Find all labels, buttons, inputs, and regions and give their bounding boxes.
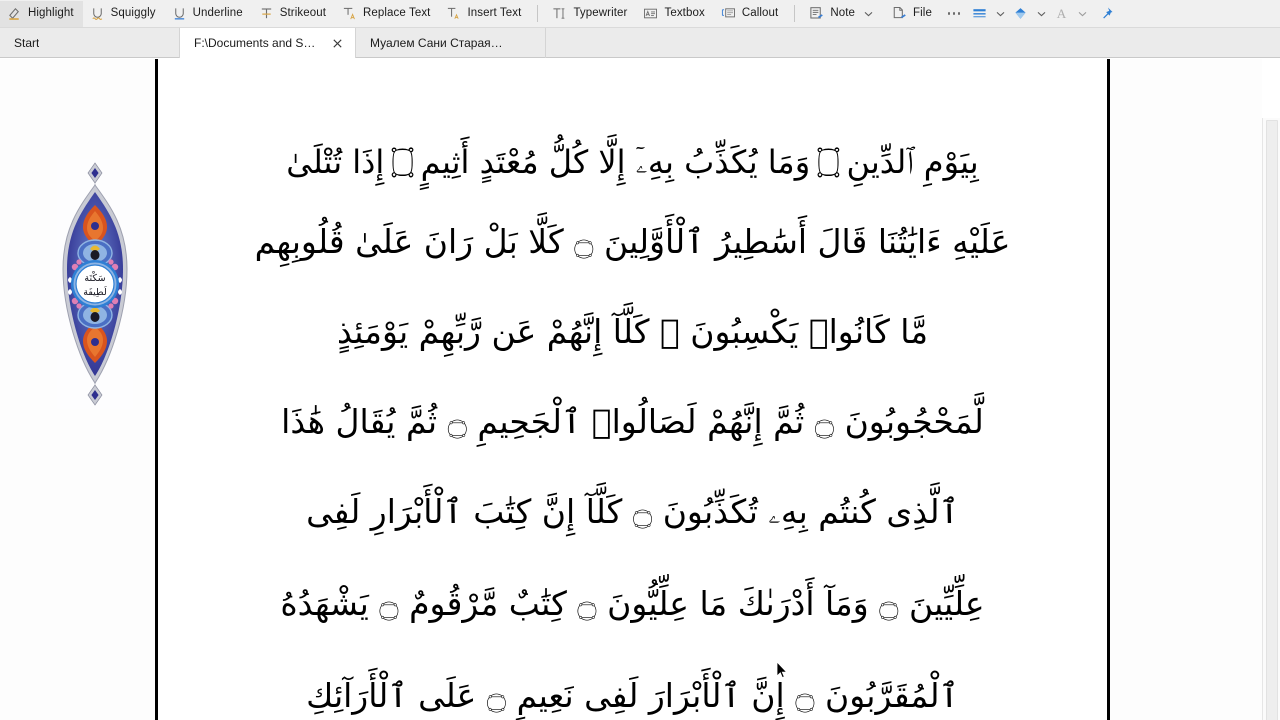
tool-file-attach[interactable]: File bbox=[885, 1, 941, 27]
page-right-margin bbox=[1110, 59, 1262, 720]
document-tab-bar: Start F:\Documents and Se… Муалем Сани С… bbox=[0, 28, 1280, 58]
overflow-dot bbox=[957, 12, 961, 15]
close-icon[interactable] bbox=[329, 35, 345, 51]
tab-documents-label: F:\Documents and Se… bbox=[194, 36, 321, 50]
fill-color-icon bbox=[1013, 6, 1028, 21]
vertical-scrollbar[interactable] bbox=[1262, 118, 1280, 720]
underline-icon bbox=[172, 6, 187, 21]
tool-underline[interactable]: Underline bbox=[165, 1, 252, 27]
tool-note[interactable]: Note bbox=[802, 1, 885, 27]
quran-line-6: عِلِّيِّينَ ۝ وَمَآ أَدْرَىٰكَ مَا عِلِّ… bbox=[280, 584, 985, 623]
vertical-scrollbar-thumb[interactable] bbox=[1266, 120, 1278, 720]
tool-file-attach-label: File bbox=[913, 6, 932, 19]
document-page[interactable]: سَكْتَة لَطِيفَة بِيَوْمِ ٱلدِّينِ ۝ وَم… bbox=[0, 59, 1262, 720]
ornament-text-line1: سَكْتَة bbox=[84, 270, 105, 284]
file-attach-icon bbox=[892, 6, 907, 21]
pin-icon bbox=[1099, 6, 1114, 21]
tool-underline-label: Underline bbox=[192, 6, 243, 19]
strikeout-icon bbox=[259, 6, 274, 21]
quran-line-5: ٱلَّذِى كُنتُم بِهِۦ تُكَذِّبُونَ ۝ كَلَ… bbox=[306, 492, 959, 531]
toolbar-separator-1 bbox=[537, 5, 539, 22]
quran-line-4: لَّمَحْجُوبُونَ ۝ ثُمَّ إِنَّهُمْ لَصَال… bbox=[281, 402, 984, 441]
quran-line-7: ٱلْمُقَرَّبُونَ ۝ إِنَّ ٱلْأَبْرَارَ لَف… bbox=[306, 676, 959, 715]
line-style-button[interactable] bbox=[967, 2, 993, 26]
typewriter-icon bbox=[552, 6, 567, 21]
fill-color-chevron-down-icon[interactable] bbox=[1034, 2, 1049, 26]
quran-line-1: بِيَوْمِ ٱلدِّينِ ۝ وَمَا يُكَذِّبُ بِهِ… bbox=[286, 143, 979, 181]
tool-textbox[interactable]: Textbox bbox=[636, 1, 713, 27]
callout-icon bbox=[721, 6, 736, 21]
note-chevron-down-icon[interactable] bbox=[861, 2, 876, 26]
tool-typewriter[interactable]: Typewriter bbox=[545, 1, 636, 27]
replace-text-icon bbox=[342, 6, 357, 21]
font-style-chevron-down-icon[interactable] bbox=[1075, 2, 1090, 26]
annotation-toolbar: Highlight Squiggly Underline Strikeout R… bbox=[0, 0, 1280, 28]
highlight-icon bbox=[7, 6, 22, 21]
tool-squiggly-label: Squiggly bbox=[110, 6, 156, 19]
tab-start[interactable]: Start bbox=[0, 28, 180, 58]
tool-highlight[interactable]: Highlight bbox=[0, 0, 83, 27]
tool-textbox-label: Textbox bbox=[664, 6, 705, 19]
tool-callout[interactable]: Callout bbox=[714, 1, 788, 27]
page-rule-right bbox=[1107, 59, 1110, 720]
tool-insert-text-label: Insert Text bbox=[467, 6, 522, 19]
page-rule-left bbox=[155, 59, 158, 720]
tool-replace-text[interactable]: Replace Text bbox=[335, 1, 439, 27]
font-style-button[interactable]: A bbox=[1049, 2, 1075, 26]
squiggly-icon bbox=[90, 6, 105, 21]
tool-insert-text[interactable]: Insert Text bbox=[439, 1, 530, 27]
overflow-dot bbox=[947, 12, 951, 15]
svg-text:A: A bbox=[1057, 6, 1067, 21]
tool-replace-text-label: Replace Text bbox=[363, 6, 431, 19]
note-icon bbox=[809, 6, 824, 21]
textbox-icon bbox=[643, 6, 658, 21]
tab-start-label: Start bbox=[14, 36, 40, 50]
fill-color-button[interactable] bbox=[1008, 2, 1034, 26]
pdf-viewer-area[interactable]: سَكْتَة لَطِيفَة بِيَوْمِ ٱلدِّينِ ۝ وَم… bbox=[0, 59, 1280, 720]
tool-highlight-label: Highlight bbox=[28, 6, 74, 19]
tab-mualem-sani-label: Муалем Сани Старая… bbox=[370, 36, 503, 50]
lines-style-icon bbox=[972, 6, 987, 21]
tool-callout-label: Callout bbox=[741, 6, 779, 19]
sakta-latifa-medallion: سَكْتَة لَطِيفَة bbox=[57, 159, 133, 409]
pin-toolbar-button[interactable] bbox=[1094, 2, 1120, 26]
insert-text-icon bbox=[446, 6, 461, 21]
line-style-chevron-down-icon[interactable] bbox=[993, 2, 1008, 26]
font-style-icon: A bbox=[1054, 6, 1069, 21]
ornament-text-line2: لَطِيفَة bbox=[83, 286, 107, 298]
overflow-dot bbox=[952, 12, 956, 15]
quran-line-2: عَلَيْهِ ءَايَٰتُنَا قَالَ أَسَٰطِيرُ ٱل… bbox=[254, 222, 1011, 261]
tab-mualem-sani[interactable]: Муалем Сани Старая… bbox=[356, 28, 546, 58]
tool-strikeout[interactable]: Strikeout bbox=[252, 1, 335, 27]
quran-text-block[interactable]: بِيَوْمِ ٱلدِّينِ ۝ وَمَا يُكَذِّبُ بِهِ… bbox=[160, 119, 1105, 720]
toolbar-separator-2 bbox=[794, 5, 796, 22]
tool-typewriter-label: Typewriter bbox=[573, 6, 628, 19]
tool-strikeout-label: Strikeout bbox=[279, 6, 326, 19]
tool-squiggly[interactable]: Squiggly bbox=[83, 1, 165, 27]
toolbar-overflow-button[interactable] bbox=[941, 2, 967, 26]
tab-documents-active[interactable]: F:\Documents and Se… bbox=[180, 28, 356, 58]
tool-note-label: Note bbox=[830, 6, 856, 19]
quran-line-3: مَّا كَانُوا۟ يَكْسِبُونَ ۝ كَلَّآ إِنَّ… bbox=[336, 312, 929, 351]
